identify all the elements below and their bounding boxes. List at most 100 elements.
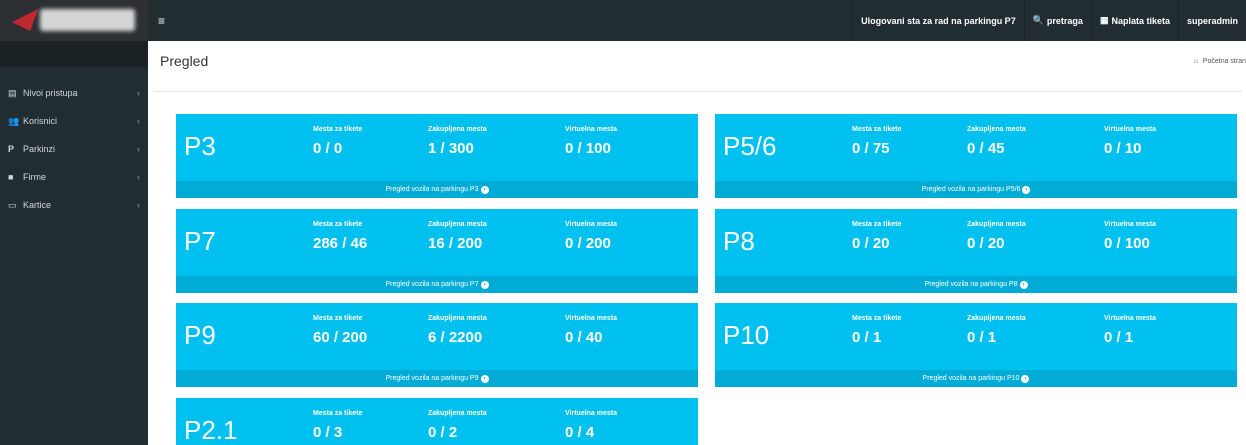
- stat-value: 6 / 2200: [428, 329, 483, 346]
- stat-caption: Virtuelna mesta: [565, 315, 618, 322]
- stat-value: 0 / 2: [428, 424, 458, 441]
- stat-value: 286 / 46: [313, 235, 368, 252]
- rented-spots-stat: Zakupljena mesta 0 / 45: [967, 126, 1026, 157]
- link-label: Pregled vozila na parkingu P5/6: [921, 186, 1021, 193]
- sidebar-item-parkinzi[interactable]: P Parkinzi ‹: [0, 135, 148, 163]
- rented-spots-stat: Zakupljena mesta 0 / 2: [428, 410, 487, 441]
- rented-spots-stat: Zakupljena mesta 16 / 200: [428, 221, 487, 252]
- id-card-icon: ▤: [8, 87, 17, 98]
- parking-vehicles-link[interactable]: Pregled vozila na parkingu P8 ›: [715, 276, 1237, 293]
- parking-box-p7: P7 Mesta za tikete 286 / 46 Zakupljena m…: [176, 209, 698, 293]
- home-icon: ⌂: [1193, 58, 1198, 65]
- top-navbar: ≡ Ulogovani sta za rad na parkingu P7 🔍 …: [148, 0, 1246, 41]
- stat-caption: Mesta za tikete: [313, 126, 363, 133]
- stat-value: 0 / 1: [1104, 329, 1134, 346]
- logo[interactable]: [0, 0, 148, 41]
- sidebar-item-kartice[interactable]: ▭ Kartice ‹: [0, 191, 148, 219]
- user-panel: [0, 41, 148, 67]
- chevron-left-icon: ‹: [137, 88, 140, 98]
- stat-value: 0 / 75: [852, 140, 890, 157]
- parking-vehicles-link[interactable]: Pregled vozila na parkingu P3 ›: [176, 181, 698, 198]
- parking-name: P9: [184, 320, 216, 350]
- stat-value: 0 / 200: [565, 235, 611, 252]
- parking-vehicles-link[interactable]: Pregled vozila na parkingu P10 ›: [715, 370, 1237, 387]
- stat-caption: Virtuelna mesta: [1104, 221, 1157, 228]
- breadcrumb[interactable]: ⌂ Početna stran: [1194, 58, 1246, 65]
- stat-value: 0 / 20: [852, 235, 890, 252]
- stat-value: 0 / 0: [313, 140, 343, 157]
- virtual-spots-stat: Virtuelna mesta 0 / 40: [565, 315, 617, 346]
- sidebar-item-nivoi-pristupa[interactable]: ▤ Nivoi pristupa ‹: [0, 79, 148, 107]
- virtual-spots-stat: Virtuelna mesta 0 / 4: [565, 410, 617, 441]
- rented-spots-stat: Zakupljena mesta 0 / 1: [967, 315, 1026, 346]
- sidebar-item-firme[interactable]: ■ Firme ‹: [0, 163, 148, 191]
- stat-caption: Virtuelna mesta: [565, 221, 618, 228]
- stat-caption: Zakupljena mesta: [967, 221, 1026, 228]
- stat-value: 60 / 200: [313, 329, 368, 346]
- logo-text-blurred: [40, 9, 135, 31]
- link-label: Pregled vozila na parkingu P8: [924, 281, 1018, 288]
- parking-name: P3: [184, 131, 216, 161]
- virtual-spots-stat: Virtuelna mesta 0 / 10: [1104, 126, 1156, 157]
- arrow-circle-right-icon: ›: [480, 280, 489, 289]
- stat-value: 0 / 10: [1104, 140, 1142, 157]
- arrow-circle-right-icon: ›: [480, 374, 489, 383]
- parking-name: P10: [723, 320, 770, 350]
- stat-caption: Mesta za tikete: [313, 221, 363, 228]
- stat-caption: Virtuelna mesta: [565, 410, 618, 417]
- stat-caption: Zakupljena mesta: [428, 315, 487, 322]
- sidebar-item-korisnici[interactable]: 👥 Korisnici ‹: [0, 107, 148, 135]
- stat-value: 0 / 100: [1104, 235, 1150, 252]
- parking-vehicles-link[interactable]: Pregled vozila na parkingu P7 ›: [176, 276, 698, 293]
- sidebar-item-label: Nivoi pristupa: [23, 88, 78, 98]
- main-content: Pregled ⌂ Početna stran P3 Mesta za tike…: [148, 41, 1246, 445]
- stat-value: 0 / 40: [565, 329, 603, 346]
- rented-spots-stat: Zakupljena mesta 0 / 20: [967, 221, 1026, 252]
- breadcrumb-home: Početna stran: [1202, 58, 1246, 65]
- sidebar-item-label: Korisnici: [23, 116, 58, 126]
- arrow-circle-right-icon: ›: [1019, 280, 1028, 289]
- sidebar-item-label: Kartice: [23, 200, 52, 210]
- ticket-payment-label: Naplata tiketa: [1111, 15, 1170, 26]
- parking-name: P2.1: [184, 415, 238, 445]
- stat-caption: Mesta za tikete: [313, 315, 363, 322]
- stat-caption: Mesta za tikete: [852, 315, 902, 322]
- briefcase-icon: ■: [8, 172, 14, 182]
- ticket-spots-stat: Mesta za tikete 60 / 200: [313, 315, 367, 346]
- parking-box-p5-6: P5/6 Mesta za tikete 0 / 75 Zakupljena m…: [715, 114, 1237, 198]
- stat-value: 0 / 20: [967, 235, 1005, 252]
- stat-caption: Zakupljena mesta: [967, 126, 1026, 133]
- stat-caption: Zakupljena mesta: [967, 315, 1026, 322]
- stat-value: 0 / 1: [852, 329, 882, 346]
- stat-value: 0 / 100: [565, 140, 611, 157]
- stat-value: 0 / 45: [967, 140, 1005, 157]
- ticket-payment-link[interactable]: ▦ Naplata tiketa: [1090, 0, 1178, 41]
- page-title: Pregled: [160, 53, 209, 69]
- search-icon: 🔍: [1032, 15, 1044, 25]
- stat-caption: Mesta za tikete: [852, 126, 902, 133]
- divider: [154, 91, 1242, 92]
- sidebar-toggle-icon[interactable]: ≡: [148, 14, 188, 28]
- parking-box-p3: P3 Mesta za tikete 0 / 0 Zakupljena mest…: [176, 114, 698, 198]
- credit-card-icon: ▭: [8, 199, 17, 210]
- user-menu[interactable]: superadmin: [1177, 0, 1246, 41]
- parking-vehicles-link[interactable]: Pregled vozila na parkingu P5/6 ›: [715, 181, 1237, 198]
- parking-box-p10: P10 Mesta za tikete 0 / 1 Zakupljena mes…: [715, 303, 1237, 387]
- parking-vehicles-link[interactable]: Pregled vozila na parkingu P9 ›: [176, 370, 698, 387]
- virtual-spots-stat: Virtuelna mesta 0 / 1: [1104, 315, 1156, 346]
- arrow-circle-right-icon: ›: [480, 185, 489, 194]
- virtual-spots-stat: Virtuelna mesta 0 / 200: [565, 221, 617, 252]
- stat-caption: Virtuelna mesta: [1104, 315, 1157, 322]
- sidebar-item-label: Firme: [23, 172, 46, 182]
- ticket-spots-stat: Mesta za tikete 0 / 3: [313, 410, 362, 441]
- parking-icon: P: [8, 144, 15, 154]
- link-label: Pregled vozila na parkingu P7: [385, 281, 479, 288]
- stat-caption: Mesta za tikete: [852, 221, 902, 228]
- stat-caption: Zakupljena mesta: [428, 410, 487, 417]
- rented-spots-stat: Zakupljena mesta 6 / 2200: [428, 315, 487, 346]
- rented-spots-stat: Zakupljena mesta 1 / 300: [428, 126, 487, 157]
- chevron-left-icon: ‹: [137, 200, 140, 210]
- ticket-spots-stat: Mesta za tikete 0 / 75: [852, 126, 901, 157]
- arrow-circle-right-icon: ›: [1021, 374, 1030, 383]
- search-link[interactable]: 🔍 pretraga: [1023, 0, 1091, 41]
